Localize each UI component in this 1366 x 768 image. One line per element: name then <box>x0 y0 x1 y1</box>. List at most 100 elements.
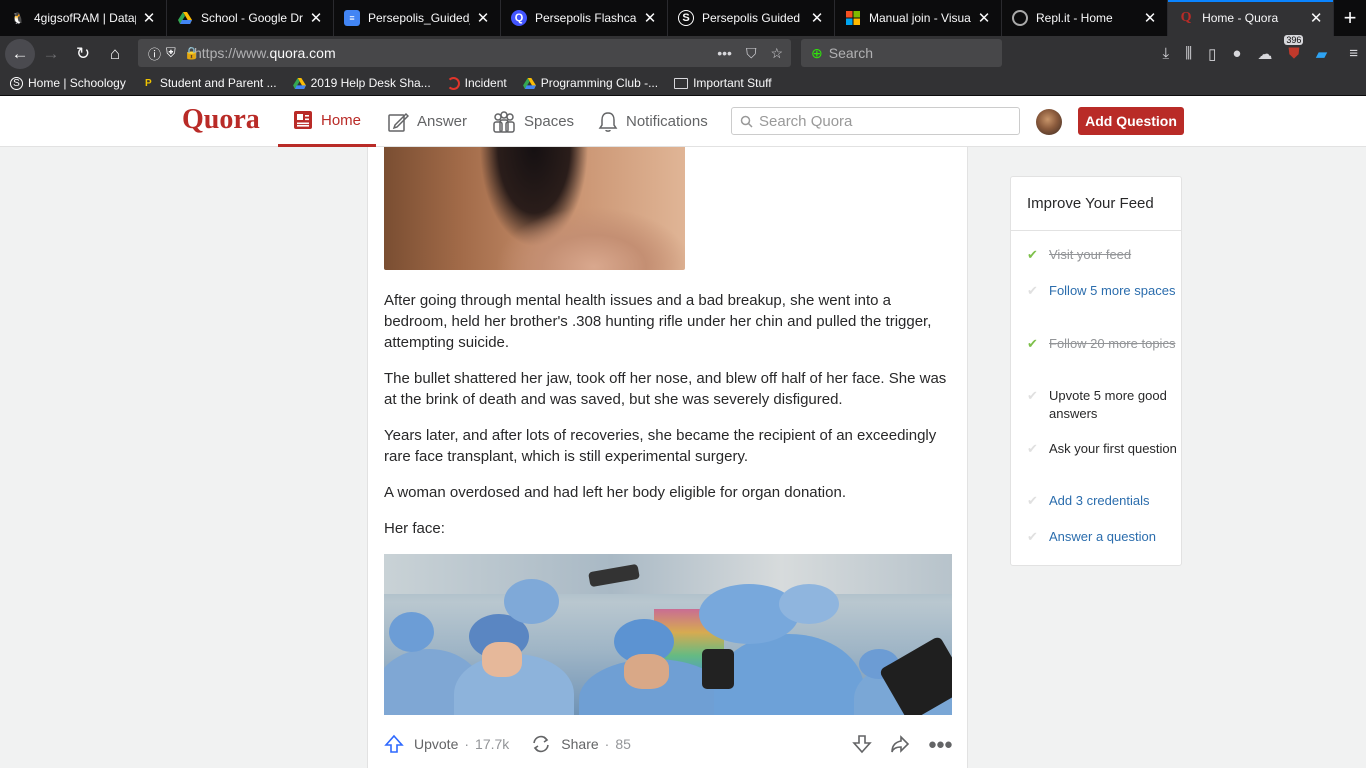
ublock-icon[interactable]: ⛊ 396 <box>1284 35 1304 62</box>
bookmark-programming-club[interactable]: Programming Club -... <box>522 76 659 90</box>
shield-icon[interactable]: ⛨ <box>166 45 176 61</box>
feed-task-ask-question[interactable]: ✔ Ask your first question <box>1027 440 1177 458</box>
feed-task-follow-topics[interactable]: ✔ Follow 20 more topics <box>1027 335 1177 353</box>
quizlet-icon: Q <box>511 10 527 26</box>
improve-feed-panel: Improve Your Feed ✔ Visit your feed ✔ Fo… <box>1010 176 1182 566</box>
home-button[interactable]: ⌂ <box>99 38 131 70</box>
arrow-left-icon: ← <box>11 43 29 63</box>
replit-icon <box>1012 10 1028 26</box>
bookmark-schoology[interactable]: S Home | Schoology <box>10 76 126 90</box>
browser-navigation-bar: ← → ↻ ⌂ ⓘ ⛨ 🔒 https://www.quora.com ••• … <box>0 35 1366 71</box>
close-icon[interactable]: ✕ <box>810 9 824 27</box>
reload-button[interactable]: ↻ <box>67 38 99 70</box>
tab-schoology[interactable]: S Persepolis Guided R ✕ <box>668 0 835 36</box>
nav-notifications-label: Notifications <box>626 113 708 130</box>
sidebar-icon[interactable]: ▯ <box>1208 45 1216 63</box>
tab-quizlet[interactable]: Q Persepolis Flashcard ✕ <box>501 0 668 36</box>
nav-home-label: Home <box>321 111 362 129</box>
pocket-icon[interactable]: ⛉ <box>746 45 757 62</box>
nav-spaces[interactable]: Spaces <box>492 96 574 147</box>
close-icon[interactable]: ✕ <box>476 9 490 27</box>
extension-blue-icon[interactable]: ▰ <box>1316 45 1328 63</box>
nav-home[interactable]: Home <box>278 96 377 147</box>
schoology-icon: S <box>678 10 694 26</box>
library-icon[interactable]: ⫼ <box>1185 45 1192 62</box>
search-engine-icon: ⊕ <box>811 44 823 61</box>
forward-share-button[interactable] <box>890 734 910 754</box>
extension-icon[interactable]: ☁ <box>1257 45 1272 63</box>
share-arrow-icon <box>891 735 909 753</box>
downvote-button[interactable] <box>852 734 872 754</box>
tab-google-docs[interactable]: ≡ Persepolis_Guided_R ✕ <box>334 0 501 36</box>
tab-quora[interactable]: Q Home - Quora ✕ <box>1168 0 1335 36</box>
home-icon: ⌂ <box>109 43 121 63</box>
forward-button[interactable]: → <box>35 38 67 70</box>
bookmark-label: Programming Club -... <box>540 76 659 90</box>
feed-task-label: Answer a question <box>1049 529 1156 544</box>
close-icon[interactable]: ✕ <box>1309 9 1323 27</box>
avatar[interactable] <box>1036 109 1062 135</box>
feed-task-answer-question[interactable]: ✔ Answer a question <box>1027 528 1177 546</box>
close-icon[interactable]: ✕ <box>142 9 156 27</box>
share-cycle-icon <box>533 735 550 753</box>
close-icon[interactable]: ✕ <box>309 9 323 27</box>
download-icon[interactable]: ⤓ <box>1163 45 1170 62</box>
bookmark-label: Home | Schoology <box>28 76 126 90</box>
answer-paragraph: After going through mental health issues… <box>384 292 932 351</box>
tab-microsoft[interactable]: Manual join - Visual ✕ <box>835 0 1002 36</box>
tab-title: Persepolis_Guided_R <box>368 11 470 25</box>
close-icon[interactable]: ✕ <box>643 9 657 27</box>
nav-spaces-label: Spaces <box>524 113 575 130</box>
servicenow-icon <box>446 76 460 90</box>
nav-answer[interactable]: Answer <box>387 96 467 147</box>
upvote-button[interactable]: Upvote · 17.7k <box>384 734 509 754</box>
bookmark-help-desk[interactable]: 2019 Help Desk Sha... <box>292 76 431 90</box>
share-button[interactable]: Share · 85 <box>531 734 631 754</box>
bookmark-powerschool[interactable]: P Student and Parent ... <box>142 76 277 90</box>
new-tab-button[interactable]: + <box>1334 0 1366 36</box>
schoology-icon: S <box>10 76 23 90</box>
menu-icon[interactable]: ≡ <box>1349 45 1358 62</box>
quora-logo[interactable]: Quora <box>182 104 260 136</box>
answer-image-surgery[interactable] <box>384 554 952 715</box>
feed-task-follow-spaces[interactable]: ✔ Follow 5 more spaces <box>1027 282 1177 300</box>
checkmark-icon: ✔ <box>1027 441 1038 456</box>
browser-search-bar[interactable]: ⊕ Search <box>801 39 1002 67</box>
notification-count-badge: 396 <box>1284 35 1304 45</box>
feed-task-credentials[interactable]: ✔ Add 3 credentials <box>1027 492 1177 510</box>
bell-icon <box>598 111 618 132</box>
close-icon[interactable]: ✕ <box>1143 9 1157 27</box>
checkmark-icon: ✔ <box>1027 529 1038 544</box>
tab-google-drive[interactable]: School - Google Driv ✕ <box>167 0 334 36</box>
more-options-button[interactable]: ●●● <box>928 736 953 753</box>
people-group-icon <box>493 110 515 133</box>
upvote-separator: · <box>464 736 470 752</box>
improve-feed-title: Improve Your Feed <box>1011 177 1181 231</box>
account-icon[interactable]: ● <box>1232 45 1241 62</box>
share-count: 85 <box>615 736 631 752</box>
back-button[interactable]: ← <box>5 38 35 69</box>
close-icon[interactable]: ✕ <box>977 9 991 27</box>
nav-notifications[interactable]: Notifications <box>598 96 708 147</box>
tab-datapack[interactable]: 🐧 4gigsofRAM | Datap ✕ <box>0 0 167 36</box>
feed-task-upvote[interactable]: ✔ Upvote 5 more good answers <box>1027 387 1177 423</box>
url-bar[interactable]: ⓘ ⛨ 🔒 https://www.quora.com ••• ⛉ ☆ <box>138 39 791 67</box>
checkmark-icon: ✔ <box>1027 388 1038 403</box>
add-question-button[interactable]: Add Question <box>1078 107 1184 135</box>
bookmark-incident[interactable]: Incident <box>446 76 507 90</box>
bookmark-important-stuff[interactable]: Important Stuff <box>674 76 772 90</box>
reload-icon: ↻ <box>75 43 91 63</box>
downvote-arrow-icon <box>852 735 872 754</box>
info-icon[interactable]: ⓘ <box>148 44 161 63</box>
bookmark-star-icon[interactable]: ☆ <box>770 45 783 62</box>
lock-icon[interactable]: 🔒 <box>184 46 199 60</box>
penguin-icon: 🐧 <box>11 12 25 25</box>
tab-replit[interactable]: Repl.it - Home ✕ <box>1002 0 1169 36</box>
feed-task-visit-feed[interactable]: ✔ Visit your feed <box>1027 246 1177 264</box>
home-feed-icon <box>294 111 312 129</box>
feed-task-label: Follow 20 more topics <box>1049 336 1176 351</box>
url-text: https://www.quora.com <box>194 45 336 61</box>
quora-search-input[interactable]: Search Quora <box>731 107 1020 135</box>
answer-image-portrait[interactable] <box>384 147 685 270</box>
page-actions-icon[interactable]: ••• <box>717 45 732 61</box>
